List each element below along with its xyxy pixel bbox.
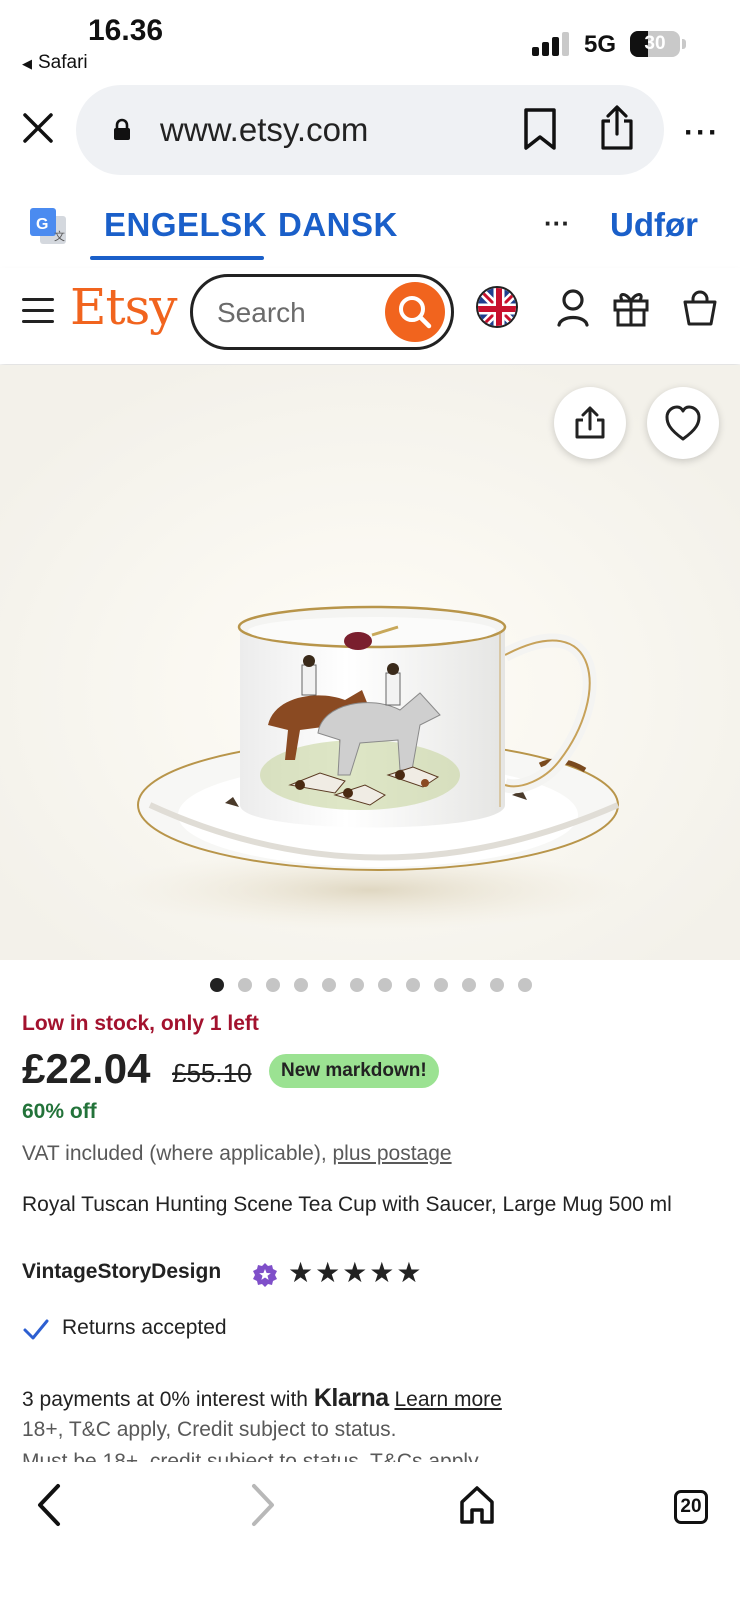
stock-notice: Low in stock, only 1 left <box>22 1012 259 1035</box>
tab-source-language[interactable]: ENGELSK <box>104 206 267 244</box>
share-image-button[interactable] <box>554 387 626 459</box>
back-triangle-icon: ◀ <box>22 56 32 71</box>
close-icon[interactable] <box>20 110 56 146</box>
search-icon <box>399 296 432 329</box>
klarna-offer: 3 payments at 0% interest with Klarna Le… <box>22 1384 502 1413</box>
returns-accepted: Returns accepted <box>62 1316 227 1339</box>
klarna-terms: 18+, T&C apply, Credit subject to status… <box>22 1418 397 1441</box>
google-translate-icon: G 文 <box>30 208 66 244</box>
star-seller-icon <box>253 1263 277 1287</box>
more-menu-icon[interactable]: ··· <box>684 116 720 150</box>
vat-note: VAT included (where applicable), plus po… <box>22 1142 452 1166</box>
shop-name-link[interactable]: VintageStoryDesign <box>22 1260 221 1284</box>
tabs-button[interactable]: 20 <box>674 1490 708 1524</box>
browser-toolbar: 20 <box>0 1462 740 1600</box>
vat-text: VAT included (where applicable), <box>22 1142 333 1165</box>
svg-text:文: 文 <box>54 229 65 243</box>
klarna-prefix: 3 payments at 0% interest with <box>22 1388 314 1411</box>
tab-target-language[interactable]: DANSK <box>278 206 398 244</box>
product-image[interactable] <box>0 365 740 960</box>
checkmark-icon <box>23 1319 49 1340</box>
search-placeholder: Search <box>217 297 306 328</box>
clock: 16.36 <box>88 14 164 47</box>
search-input[interactable]: Search <box>190 274 454 350</box>
markdown-badge: New markdown! <box>269 1054 439 1088</box>
url-text: www.etsy.com <box>160 111 369 148</box>
current-price: £22.04 <box>22 1045 151 1092</box>
battery-level: 30 <box>644 33 666 54</box>
back-to-app[interactable]: ◀ Safari <box>22 52 88 74</box>
share-icon[interactable] <box>598 105 636 151</box>
etsy-logo[interactable]: Etsy <box>70 278 177 336</box>
network-type: 5G <box>584 31 617 58</box>
bookmark-icon[interactable] <box>522 107 558 151</box>
menu-icon[interactable] <box>22 298 54 324</box>
address-bar[interactable]: www.etsy.com <box>76 85 664 175</box>
lock-icon <box>114 118 130 140</box>
battery-icon: 30 <box>630 31 686 57</box>
rating-stars[interactable]: ★★★★★ <box>288 1256 424 1289</box>
back-icon[interactable] <box>34 1482 64 1528</box>
favorite-button[interactable] <box>647 387 719 459</box>
forward-icon[interactable] <box>248 1482 278 1528</box>
teacup-image <box>0 365 740 960</box>
status-bar: 16.36 ◀ Safari 5G 30 <box>0 0 740 80</box>
translate-more-button[interactable]: ··· <box>544 208 570 239</box>
etsy-header: Etsy Search <box>0 268 740 364</box>
account-icon[interactable] <box>556 288 590 328</box>
klarna-learn-more-link[interactable]: Learn more <box>394 1388 501 1411</box>
cart-icon[interactable] <box>682 288 718 328</box>
translate-done-button[interactable]: Udfør <box>610 206 698 244</box>
original-price: £55.10 <box>172 1058 252 1088</box>
discount-text: 60% off <box>22 1100 97 1123</box>
postage-link[interactable]: plus postage <box>333 1142 452 1165</box>
product-title: Royal Tuscan Hunting Scene Tea Cup with … <box>22 1193 672 1216</box>
klarna-logo: Klarna <box>313 1384 389 1412</box>
search-button[interactable] <box>385 282 445 342</box>
back-app-label: Safari <box>38 52 88 73</box>
uk-flag-icon[interactable] <box>476 286 518 328</box>
heart-icon <box>665 405 701 441</box>
svg-text:G: G <box>36 216 48 233</box>
cell-signal-icon <box>532 32 572 56</box>
share-icon <box>575 406 605 439</box>
gift-icon[interactable] <box>612 288 650 328</box>
active-tab-indicator <box>90 256 264 260</box>
home-icon[interactable] <box>458 1482 496 1528</box>
